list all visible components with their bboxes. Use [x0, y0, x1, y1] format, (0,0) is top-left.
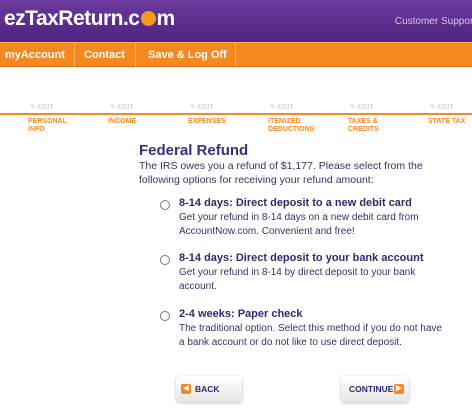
option-description: The traditional option. Select this meth… [179, 323, 442, 348]
progress-line [0, 113, 472, 115]
option-description: Get your refund in 8-14 by direct deposi… [179, 267, 416, 292]
edit-link[interactable]: ✎ EDIT [30, 104, 67, 112]
back-button[interactable]: ◀ BACK [176, 376, 242, 402]
radio-debit-card[interactable] [160, 200, 170, 210]
site-header: ezTaxReturn.c m Customer Support [0, 0, 472, 42]
site-logo[interactable]: ezTaxReturn.c m [4, 7, 175, 31]
logo-text: ezTaxReturn.c [4, 7, 140, 30]
step-label: ITEMIZED DEDUCTIONS [268, 118, 315, 133]
step-personal-info[interactable]: ✎ EDIT PERSONAL INFO [28, 104, 67, 134]
refund-intro-text: The IRS owes you a refund of $1,177. Ple… [139, 160, 423, 186]
customer-support-link[interactable]: Customer Support [395, 16, 472, 27]
step-state-tax[interactable]: ✎ EDIT STATE TAX [428, 104, 472, 126]
edit-link[interactable]: ✎ EDIT [110, 104, 136, 112]
step-label: STATE TAX [428, 118, 466, 125]
step-label: INCOME [108, 118, 136, 125]
step-label: TAXES & CREDITS [348, 118, 379, 133]
main-nav: myAccount Contact Save & Log Off [0, 42, 472, 67]
step-label: PERSONAL INFO [28, 118, 67, 133]
option-title: 2-4 weeks: Paper check [179, 308, 303, 320]
page-title: Federal Refund [139, 142, 249, 159]
radio-bank-account[interactable] [160, 255, 170, 265]
continue-button[interactable]: CONTINUE ▶ [341, 376, 409, 402]
back-label: BACK [195, 384, 220, 394]
continue-label: CONTINUE [349, 384, 394, 394]
edit-link[interactable]: ✎ EDIT [270, 104, 314, 112]
logo-ball-icon [140, 11, 156, 26]
arrow-right-icon: ▶ [394, 384, 404, 394]
option-title: 8-14 days: Direct deposit to your bank a… [179, 252, 424, 264]
step-itemized-deductions[interactable]: ✎ EDIT ITEMIZED DEDUCTIONS [268, 104, 314, 134]
arrow-left-icon: ◀ [181, 384, 191, 394]
logo-text-end: m [156, 7, 176, 30]
step-label: EXPENSES [188, 118, 226, 125]
edit-link[interactable]: ✎ EDIT [350, 104, 379, 112]
step-income[interactable]: ✎ EDIT INCOME [108, 104, 136, 126]
option-description: Get your refund in 8-14 days on a new de… [179, 212, 419, 237]
radio-paper-check[interactable] [160, 311, 170, 321]
nav-myaccount[interactable]: myAccount [0, 43, 75, 67]
nav-contact[interactable]: Contact [75, 43, 136, 67]
edit-link[interactable]: ✎ EDIT [190, 104, 226, 112]
option-title: 8-14 days: Direct deposit to a new debit… [179, 197, 412, 209]
step-expenses[interactable]: ✎ EDIT EXPENSES [188, 104, 226, 126]
nav-save-log-off[interactable]: Save & Log Off [136, 43, 236, 67]
edit-link[interactable]: ✎ EDIT [430, 104, 472, 112]
step-taxes-credits[interactable]: ✎ EDIT TAXES & CREDITS [348, 104, 379, 134]
